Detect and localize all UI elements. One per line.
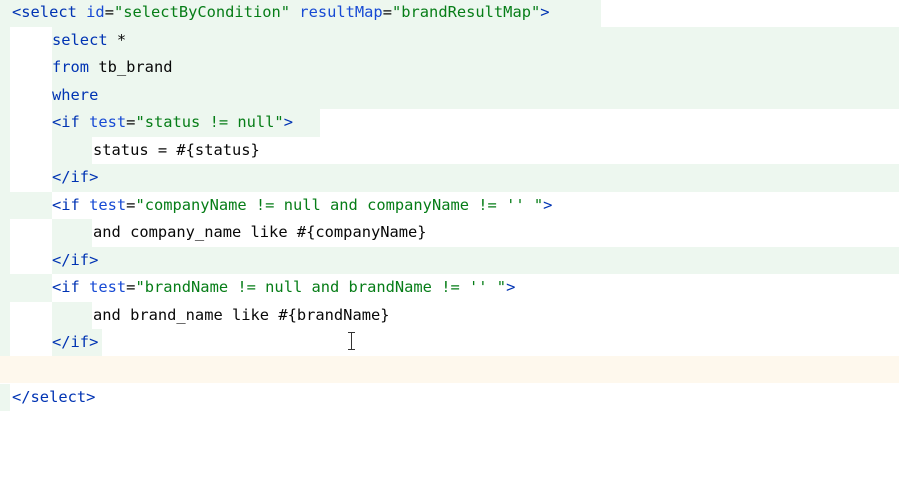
code-line-text: </if> <box>52 329 98 357</box>
code-line[interactable]: </select> <box>0 383 899 412</box>
code-line[interactable]: <if test="status != null"> <box>0 109 899 137</box>
code-token: </if> <box>52 168 99 186</box>
code-token: > <box>540 3 550 21</box>
code-token: = <box>382 3 392 21</box>
code-token: status = #{status} <box>93 140 260 159</box>
code-token: <if <box>52 195 80 214</box>
code-line-text: and company_name like #{companyName} <box>93 219 427 247</box>
code-token: <if <box>52 113 80 131</box>
code-token: > <box>543 195 553 214</box>
code-line-text: from tb_brand <box>52 54 172 82</box>
code-token: "brandResultMap" <box>391 3 541 21</box>
code-line-text: <if test="brandName != null and brandNam… <box>52 274 515 302</box>
code-line-text: select * <box>52 27 126 55</box>
code-token: "companyName != null and companyName != … <box>135 195 544 214</box>
code-line-text: <if test="status != null"> <box>52 109 293 137</box>
code-line[interactable]: <select id="selectByCondition" resultMap… <box>0 0 899 27</box>
code-token: = <box>104 3 114 21</box>
code-token: > <box>506 278 516 296</box>
code-token: * <box>107 30 127 49</box>
code-token: "status != null" <box>135 113 284 131</box>
code-token: test <box>79 195 127 214</box>
code-line-text: <select id="selectByCondition" resultMap… <box>12 0 550 27</box>
code-token: id <box>76 3 105 21</box>
code-line[interactable]: <if test="companyName != null and compan… <box>0 191 899 220</box>
code-line-text: </select> <box>12 384 95 412</box>
code-line[interactable]: and company_name like #{companyName} <box>0 219 899 247</box>
code-token: > <box>283 113 293 131</box>
code-token: </if> <box>52 333 99 351</box>
code-line-text: where <box>52 82 98 110</box>
code-token: select <box>52 30 108 49</box>
code-line[interactable]: </if> <box>0 164 899 192</box>
code-line-text: status = #{status} <box>93 137 260 165</box>
code-editor[interactable]: <select id="selectByCondition" resultMap… <box>0 0 899 422</box>
code-token: test <box>79 278 127 296</box>
code-line[interactable]: from tb_brand <box>0 54 899 82</box>
code-token: "brandName != null and brandName != '' " <box>135 278 507 296</box>
code-line[interactable]: <if test="brandName != null and brandNam… <box>0 274 899 302</box>
code-line[interactable]: where <box>0 81 899 110</box>
code-line[interactable]: status = #{status} <box>0 136 899 165</box>
code-token: and brand_name like #{brandName} <box>93 305 390 324</box>
current-line[interactable] <box>0 356 899 383</box>
code-token: tb_brand <box>89 58 173 76</box>
code-token: </if> <box>52 250 99 269</box>
code-line[interactable]: select * <box>0 26 899 55</box>
code-line-text: </if> <box>52 247 98 275</box>
code-token: where <box>52 85 99 104</box>
code-token: test <box>79 113 127 131</box>
code-line-text: </if> <box>52 164 98 192</box>
text-cursor-icon <box>347 332 357 350</box>
code-token: and company_name like #{companyName} <box>93 223 427 241</box>
code-line[interactable]: </if> <box>0 246 899 275</box>
code-token: <select <box>12 3 77 21</box>
code-line[interactable]: </if> <box>0 329 899 357</box>
code-token: resultMap <box>290 3 383 21</box>
code-line[interactable]: and brand_name like #{brandName} <box>0 301 899 330</box>
code-token: </select> <box>12 387 96 406</box>
code-token: <if <box>52 278 80 296</box>
code-line-text: and brand_name like #{brandName} <box>93 302 390 330</box>
code-token: "selectByCondition" <box>113 3 291 21</box>
code-line-text: <if test="companyName != null and compan… <box>52 192 552 220</box>
code-token: from <box>52 58 90 76</box>
